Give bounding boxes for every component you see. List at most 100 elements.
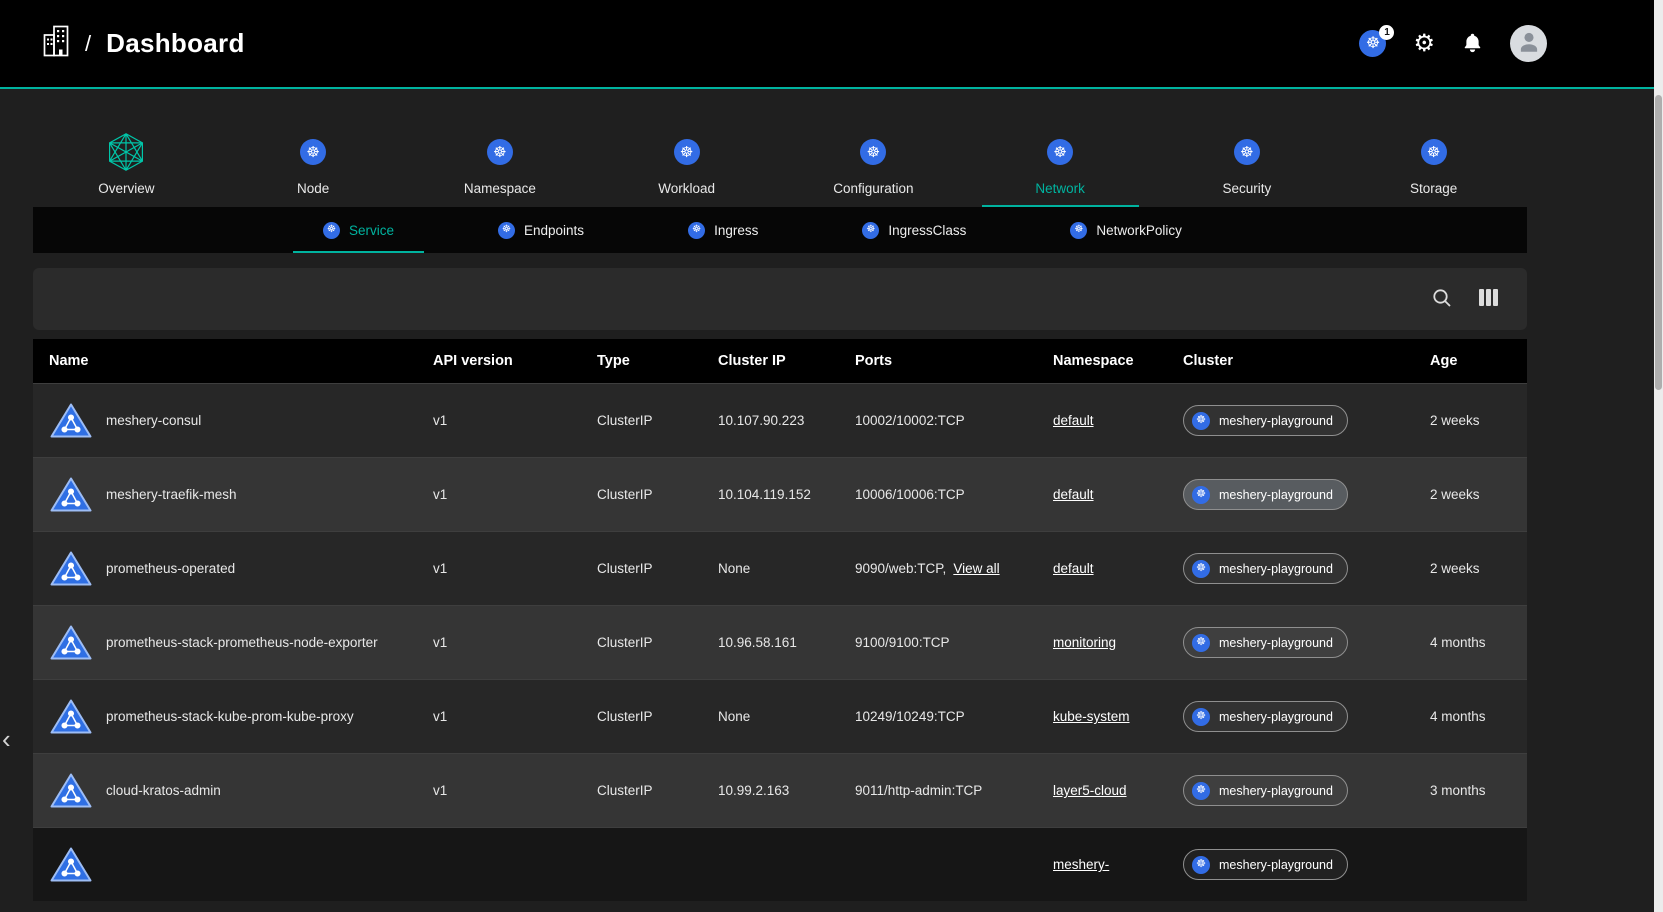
subtab-label: NetworkPolicy	[1096, 223, 1182, 238]
age-cell: 3 months	[1430, 754, 1527, 827]
service-name: cloud-kratos-admin	[106, 783, 221, 798]
table-body: meshery-consul v1 ClusterIP 10.107.90.22…	[33, 383, 1527, 901]
type-cell	[597, 828, 718, 901]
ports-value: 10002/10002:TCP	[855, 413, 965, 428]
tab-node[interactable]: ☸ Node	[220, 131, 407, 207]
ports-value: 9011/http-admin:TCP	[855, 783, 982, 798]
table-row[interactable]: cloud-kratos-admin v1 ClusterIP 10.99.2.…	[33, 753, 1527, 827]
table-row[interactable]: prometheus-operated v1 ClusterIP None 90…	[33, 531, 1527, 605]
kubernetes-icon: ☸	[487, 139, 513, 165]
tab-network[interactable]: ☸ Network	[967, 131, 1154, 207]
namespace-link[interactable]: monitoring	[1053, 635, 1116, 650]
namespace-link[interactable]: default	[1053, 413, 1094, 428]
ports-cell: 9011/http-admin:TCP	[855, 754, 1053, 827]
namespace-link[interactable]: default	[1053, 561, 1094, 576]
view-columns-button[interactable]	[1471, 282, 1505, 316]
table-toolbar	[33, 268, 1527, 330]
kubernetes-icon: ☸	[1192, 634, 1210, 652]
age-cell: 4 months	[1430, 606, 1527, 679]
namespace-cell: layer5-cloud	[1053, 754, 1183, 827]
service-icon	[49, 401, 93, 440]
table-row[interactable]: prometheus-stack-kube-prom-kube-proxy v1…	[33, 679, 1527, 753]
service-icon	[49, 845, 93, 884]
cluster-chip[interactable]: ☸ meshery-playground	[1183, 405, 1348, 436]
cluster-cell: ☸ meshery-playground	[1183, 680, 1430, 753]
column-header-cluster-ip: Cluster IP	[718, 339, 855, 383]
column-header-age: Age	[1430, 339, 1527, 383]
namespace-cell: kube-system	[1053, 680, 1183, 753]
cluster-ip-cell: 10.107.90.223	[718, 384, 855, 457]
tab-label: Workload	[658, 181, 715, 196]
collapse-drawer-chevron-icon[interactable]: ‹	[2, 726, 11, 752]
kubernetes-icon: ☸	[860, 139, 886, 165]
context-count-badge: 1	[1379, 25, 1394, 40]
column-header-name: Name	[33, 339, 433, 383]
kubernetes-context-button[interactable]: ☸ 1	[1359, 30, 1386, 57]
kubernetes-icon: ☸	[1192, 708, 1210, 726]
page-title: Dashboard	[106, 28, 245, 59]
cluster-ip-cell: 10.104.119.152	[718, 458, 855, 531]
cluster-chip-label: meshery-playground	[1219, 414, 1333, 428]
type-cell: ClusterIP	[597, 754, 718, 827]
tab-label: Configuration	[833, 181, 913, 196]
table-row[interactable]: meshery- ☸ meshery-playground	[33, 827, 1527, 901]
service-icon	[49, 697, 93, 736]
scrollbar-thumb[interactable]	[1655, 95, 1662, 390]
name-cell	[33, 828, 433, 901]
service-icon	[49, 549, 93, 588]
table-row[interactable]: meshery-consul v1 ClusterIP 10.107.90.22…	[33, 383, 1527, 457]
network-subtabs: ☸ Service ☸ Endpoints ☸ Ingress ☸ Ingres…	[33, 207, 1527, 253]
table-row[interactable]: meshery-traefik-mesh v1 ClusterIP 10.104…	[33, 457, 1527, 531]
search-button[interactable]	[1425, 282, 1459, 316]
table-header-row: Name API version Type Cluster IP Ports N…	[33, 339, 1527, 383]
view-columns-icon	[1479, 289, 1498, 309]
subtab-service[interactable]: ☸ Service	[293, 207, 424, 253]
settings-button[interactable]: ⚙	[1413, 32, 1435, 56]
cluster-ip-cell: None	[718, 680, 855, 753]
user-avatar[interactable]	[1510, 25, 1547, 62]
namespace-link[interactable]: meshery-	[1053, 857, 1109, 872]
ports-cell: 9100/9100:TCP	[855, 606, 1053, 679]
cluster-chip[interactable]: ☸ meshery-playground	[1183, 775, 1348, 806]
service-name: prometheus-stack-prometheus-node-exporte…	[106, 635, 378, 650]
table-row[interactable]: prometheus-stack-prometheus-node-exporte…	[33, 605, 1527, 679]
namespace-cell: default	[1053, 384, 1183, 457]
view-all-link[interactable]: View all	[953, 561, 999, 576]
service-name: meshery-traefik-mesh	[106, 487, 237, 502]
column-header-namespace: Namespace	[1053, 339, 1183, 383]
subtab-ingressclass[interactable]: ☸ IngressClass	[832, 207, 996, 253]
tab-storage[interactable]: ☸ Storage	[1340, 131, 1527, 207]
api-version-cell: v1	[433, 458, 597, 531]
namespace-link[interactable]: kube-system	[1053, 709, 1130, 724]
kubernetes-icon: ☸	[1047, 139, 1073, 165]
tab-overview[interactable]: Overview	[33, 131, 220, 207]
cluster-chip[interactable]: ☸ meshery-playground	[1183, 553, 1348, 584]
subtab-ingress[interactable]: ☸ Ingress	[658, 207, 788, 253]
subtab-networkpolicy[interactable]: ☸ NetworkPolicy	[1040, 207, 1212, 253]
namespace-cell: default	[1053, 532, 1183, 605]
tab-configuration[interactable]: ☸ Configuration	[780, 131, 967, 207]
resource-tabs: Overview ☸ Node ☸ Namespace ☸ Workload ☸…	[33, 131, 1527, 207]
namespace-link[interactable]: layer5-cloud	[1053, 783, 1127, 798]
tab-namespace[interactable]: ☸ Namespace	[407, 131, 594, 207]
column-header-type: Type	[597, 339, 718, 383]
cluster-chip[interactable]: ☸ meshery-playground	[1183, 479, 1348, 510]
cluster-chip[interactable]: ☸ meshery-playground	[1183, 627, 1348, 658]
cluster-chip-label: meshery-playground	[1219, 562, 1333, 576]
api-version-cell: v1	[433, 532, 597, 605]
cluster-chip[interactable]: ☸ meshery-playground	[1183, 849, 1348, 880]
tab-label: Node	[297, 181, 329, 196]
tab-security[interactable]: ☸ Security	[1154, 131, 1341, 207]
cluster-chip[interactable]: ☸ meshery-playground	[1183, 701, 1348, 732]
namespace-link[interactable]: default	[1053, 487, 1094, 502]
subtab-endpoints[interactable]: ☸ Endpoints	[468, 207, 614, 253]
service-icon	[49, 623, 93, 662]
notifications-button[interactable]	[1462, 31, 1483, 57]
column-header-cluster: Cluster	[1183, 339, 1430, 383]
name-cell: meshery-traefik-mesh	[33, 458, 433, 531]
name-cell: prometheus-stack-prometheus-node-exporte…	[33, 606, 433, 679]
kubernetes-icon: ☸	[498, 222, 515, 239]
tab-workload[interactable]: ☸ Workload	[593, 131, 780, 207]
ports-cell	[855, 828, 1053, 901]
page-scrollbar[interactable]	[1654, 0, 1663, 912]
